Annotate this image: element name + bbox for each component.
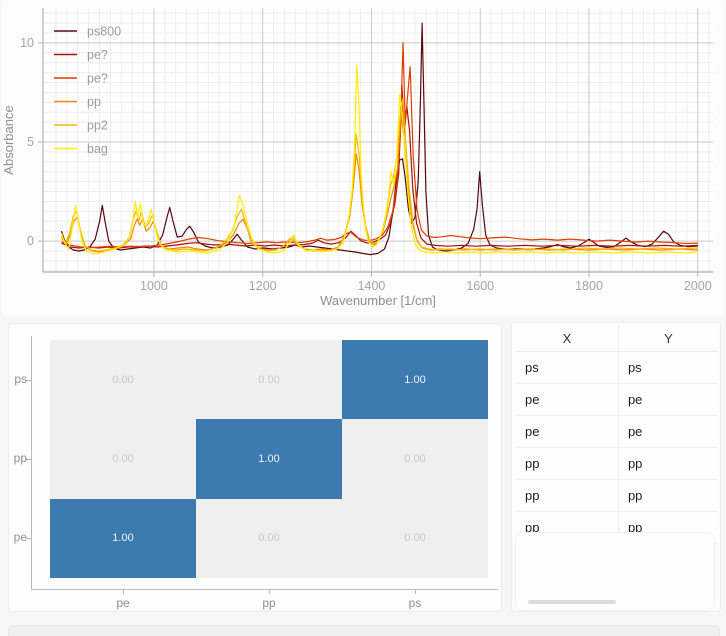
matrix-x-label: ps xyxy=(395,596,435,610)
table-cell[interactable]: pp xyxy=(516,480,618,512)
x-tick-label: 1600 xyxy=(466,279,494,293)
matrix-cell-pp-pe: 0.00 xyxy=(50,419,196,498)
confusion-matrix-plot[interactable]: 0.000.001.000.001.000.001.000.000.00pspp… xyxy=(9,324,501,611)
spectra-panel: 1000 1200 1400 1600 1800 2000 0 5 10 Wavenumber [… xyxy=(2,0,724,316)
matrix-x-label: pp xyxy=(249,596,289,610)
table-cell[interactable]: ps xyxy=(618,352,718,384)
matrix-cell-pp-ps: 0.00 xyxy=(342,419,488,498)
table-row[interactable]: pepe xyxy=(516,384,718,416)
pair-table-header: XY xyxy=(516,325,718,352)
table-cell[interactable]: pe xyxy=(516,384,618,416)
matrix-y-label: pe xyxy=(9,530,27,544)
matrix-cell-pp-pp: 1.00 xyxy=(196,419,342,498)
pair-table-panel: XY pspspepepepepppppppppppp xyxy=(511,322,721,612)
table-header-row: XY xyxy=(516,325,718,352)
matrix-cell-ps-pe: 0.00 xyxy=(50,340,196,419)
matrix-y-label: pp xyxy=(9,451,27,465)
table-row[interactable]: pppp xyxy=(516,448,718,480)
table-row[interactable]: pepe xyxy=(516,416,718,448)
matrix-x-label: pe xyxy=(103,596,143,610)
table-cell[interactable]: pe xyxy=(618,416,718,448)
x-tick-label: 1400 xyxy=(358,279,386,293)
table-cell[interactable]: pp xyxy=(618,480,718,512)
table-row[interactable]: pppp xyxy=(516,480,718,512)
legend-label[interactable]: pe? xyxy=(87,48,108,62)
matrix-cell-pe-ps: 0.00 xyxy=(342,499,488,578)
matrix-x-tick xyxy=(123,589,124,594)
table-cell[interactable]: pp xyxy=(618,448,718,480)
pair-table: XY pspspepepepepppppppppppp xyxy=(516,325,718,544)
matrix-cell-ps-ps: 1.00 xyxy=(342,340,488,419)
table-cell[interactable]: ps xyxy=(516,352,618,384)
x-axis-title: Wavenumber [1/cm] xyxy=(320,293,436,308)
horizontal-scrollbar-thumb[interactable] xyxy=(528,600,616,604)
matrix-x-axis-line xyxy=(31,589,498,590)
matrix-y-label: ps xyxy=(9,372,27,386)
matrix-cell-pe-pp: 0.00 xyxy=(196,499,342,578)
y-tick-label: 0 xyxy=(27,234,34,248)
table-cell[interactable]: pp xyxy=(516,448,618,480)
spectra-chart[interactable]: 1000 1200 1400 1600 1800 2000 0 5 10 Wavenumber [… xyxy=(0,0,726,319)
x-tick-label: 2000 xyxy=(684,279,712,293)
table-empty-area xyxy=(515,532,715,611)
x-tick-label: 1800 xyxy=(575,279,603,293)
y-tick-label: 5 xyxy=(27,135,34,149)
matrix-x-tick xyxy=(269,589,270,594)
y-tick-label: 10 xyxy=(20,36,34,50)
y-axis-title: Absorbance xyxy=(1,105,16,174)
legend-label[interactable]: pe? xyxy=(87,72,108,86)
legend-label[interactable]: pp xyxy=(87,95,101,109)
matrix-x-tick xyxy=(415,589,416,594)
table-column-header-y[interactable]: Y xyxy=(618,325,718,352)
x-tick-label: 1000 xyxy=(140,279,168,293)
table-cell[interactable]: pe xyxy=(516,416,618,448)
legend-label[interactable]: pp2 xyxy=(87,119,108,133)
table-cell[interactable]: pe xyxy=(618,384,718,416)
table-column-header-x[interactable]: X xyxy=(516,325,618,352)
matrix-cell-ps-pp: 0.00 xyxy=(196,340,342,419)
pair-table-body: pspspepepepepppppppppppp xyxy=(516,352,718,544)
matrix-y-axis-line xyxy=(31,336,32,590)
legend-label[interactable]: bag xyxy=(87,142,108,156)
x-tick-label: 1200 xyxy=(249,279,277,293)
table-row[interactable]: psps xyxy=(516,352,718,384)
confusion-matrix-panel: 0.000.001.000.001.000.001.000.000.00pspp… xyxy=(8,323,502,612)
legend-label[interactable]: ps800 xyxy=(87,25,121,39)
matrix-cell-pe-pe: 1.00 xyxy=(50,499,196,578)
footer-strip xyxy=(8,625,720,636)
